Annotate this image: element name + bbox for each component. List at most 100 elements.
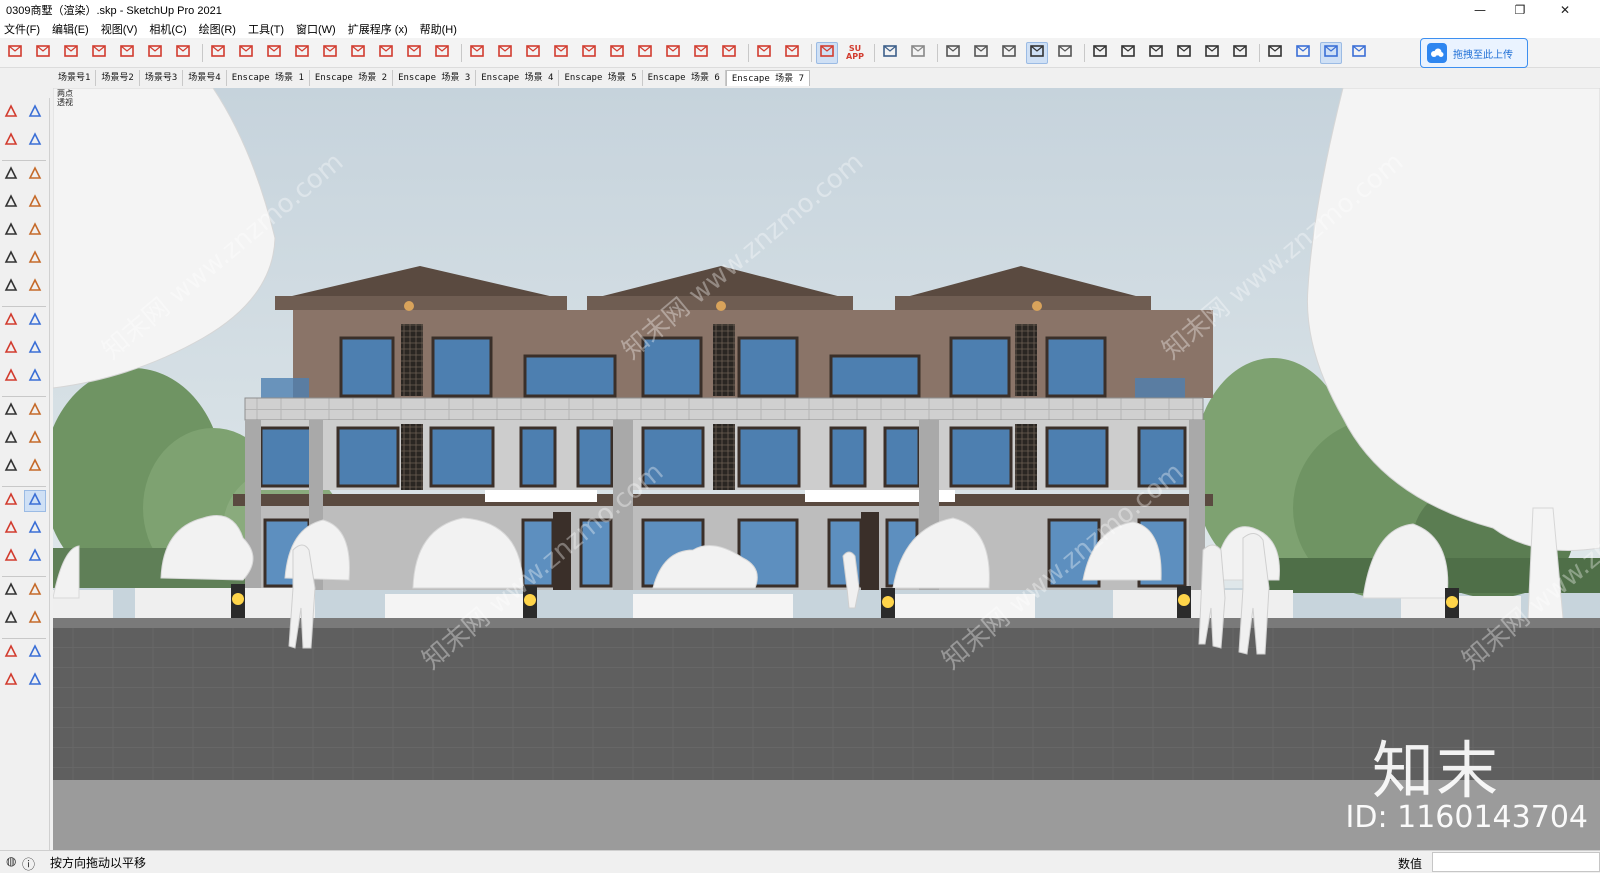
select-arrow-tool-button[interactable]: [0, 102, 22, 124]
geo-location-icon[interactable]: ◍: [6, 854, 16, 868]
3d-text-tool-button[interactable]: [24, 456, 46, 478]
close-button[interactable]: ✕: [1545, 0, 1585, 20]
circle-tool-button[interactable]: [0, 220, 22, 242]
arc-tool-button[interactable]: [403, 42, 425, 64]
rotate-tool-button[interactable]: [578, 42, 600, 64]
protractor-tool-button[interactable]: [0, 428, 22, 450]
su-app-tool-button[interactable]: SU APP: [844, 42, 866, 64]
home-tool-button[interactable]: [1145, 42, 1167, 64]
pie-tool-button[interactable]: [24, 248, 46, 270]
cube-red-tool-button[interactable]: [753, 42, 775, 64]
perspective-tool-button[interactable]: [1292, 42, 1314, 64]
contour-tool-button[interactable]: [24, 642, 46, 664]
scene-tab[interactable]: Enscape 场景 7: [725, 70, 810, 86]
copy-tool-button[interactable]: [319, 42, 341, 64]
textured-tool-button[interactable]: [1348, 42, 1370, 64]
arc-center-tool-button[interactable]: [24, 276, 46, 298]
house-outline-tool-button[interactable]: [1201, 42, 1223, 64]
sail-tool-button[interactable]: [494, 42, 516, 64]
scale-tool-tool-button[interactable]: [0, 366, 22, 388]
shaded-tool-button[interactable]: [1320, 42, 1342, 64]
ml-tool-button[interactable]: [662, 42, 684, 64]
top-view-tool-button[interactable]: [970, 42, 992, 64]
follow-me-tool-button[interactable]: [24, 338, 46, 360]
scene-tab[interactable]: 场景号3: [140, 70, 184, 86]
arc-2pt-tool-button[interactable]: [0, 248, 22, 270]
menu-view[interactable]: 视图(V): [97, 21, 146, 37]
menu-window[interactable]: 窗口(W): [292, 21, 344, 37]
previous-view-tool-button[interactable]: [24, 546, 46, 568]
columns-tool-button[interactable]: [116, 42, 138, 64]
scene-tab[interactable]: Enscape 场景 3: [393, 70, 477, 86]
upload-button[interactable]: 拖拽至此上传: [1420, 38, 1528, 68]
minimize-button[interactable]: —: [1460, 0, 1500, 20]
orbit-tool-tool-button[interactable]: [0, 490, 22, 512]
grid-tool-button[interactable]: [88, 42, 110, 64]
house-iso-tool-button[interactable]: [1089, 42, 1111, 64]
sandbox-tool-button[interactable]: [0, 642, 22, 664]
mirror-tool-button[interactable]: [347, 42, 369, 64]
measurement-input[interactable]: [1432, 852, 1600, 872]
section-tool-button[interactable]: [32, 42, 54, 64]
menu-file[interactable]: 文件(F): [0, 21, 48, 37]
frame-tool-button[interactable]: [60, 42, 82, 64]
dimension-tool-button[interactable]: [24, 400, 46, 422]
scene-tab[interactable]: Enscape 场景 1: [227, 70, 310, 86]
layers-tool-button[interactable]: [172, 42, 194, 64]
polygon-tool-button[interactable]: [24, 220, 46, 242]
check-tool-button[interactable]: [207, 42, 229, 64]
text-tool-button[interactable]: [24, 428, 46, 450]
check-pen-tool-button[interactable]: [263, 42, 285, 64]
garage-tool-button[interactable]: [1173, 42, 1195, 64]
arrow-box-tool-button[interactable]: [431, 42, 453, 64]
shelf-tool-button[interactable]: [1117, 42, 1139, 64]
axes-tool-button[interactable]: [0, 456, 22, 478]
house-add-tool-button[interactable]: [144, 42, 166, 64]
paint-bucket-tool-button[interactable]: [781, 42, 803, 64]
paint-tool-button[interactable]: [0, 130, 22, 152]
kg-tool-button[interactable]: [466, 42, 488, 64]
scene-tab[interactable]: Enscape 场景 6: [643, 70, 726, 86]
rotated-rect-tool-button[interactable]: [24, 192, 46, 214]
menu-camera[interactable]: 相机(C): [145, 21, 194, 37]
zoom-window-tool-button[interactable]: [24, 518, 46, 540]
look-around-tool-button[interactable]: [24, 580, 46, 602]
scale-tool-button[interactable]: [634, 42, 656, 64]
rotate-tool-tool-button[interactable]: [0, 338, 22, 360]
select-3d-tool-button[interactable]: [4, 42, 26, 64]
scene-tab[interactable]: Enscape 场景 4: [476, 70, 560, 86]
scene-tab[interactable]: Enscape 场景 5: [559, 70, 643, 86]
right-view-tool-button[interactable]: [1026, 42, 1048, 64]
position-camera-tool-button[interactable]: [0, 580, 22, 602]
drape-tool-button[interactable]: [0, 670, 22, 692]
menu-edit[interactable]: 编辑(E): [48, 21, 97, 37]
line-tool-button[interactable]: [0, 164, 22, 186]
store-tool-button[interactable]: [1229, 42, 1251, 64]
maximize-button[interactable]: ❐: [1500, 0, 1540, 20]
model-viewport[interactable]: 两点 透视 知末网 www.znzmo.com 知末网 www.znzmo.com…: [53, 88, 1600, 850]
menu-draw[interactable]: 绘图(R): [195, 21, 244, 37]
scene-tab[interactable]: Enscape 场景 2: [310, 70, 394, 86]
component-tool-button[interactable]: [24, 102, 46, 124]
menu-tools[interactable]: 工具(T): [244, 21, 292, 37]
zoom-extents-tool-button[interactable]: [0, 546, 22, 568]
magnet-tool-button[interactable]: [291, 42, 313, 64]
podium-tool-button[interactable]: [522, 42, 544, 64]
menu-help[interactable]: 帮助(H): [416, 21, 465, 37]
iso-tool-button[interactable]: [942, 42, 964, 64]
eraser-tool-button[interactable]: [24, 130, 46, 152]
tape-tool-button[interactable]: [0, 400, 22, 422]
box-tool-button[interactable]: [879, 42, 901, 64]
menu-extensions[interactable]: 扩展程序 (x): [344, 21, 416, 37]
grid4-tool-button[interactable]: [606, 42, 628, 64]
offset-tool-button[interactable]: [24, 366, 46, 388]
dome-tool-button[interactable]: [550, 42, 572, 64]
section-plane-tool-button[interactable]: [24, 608, 46, 630]
camera-tool-button[interactable]: [718, 42, 740, 64]
zoom-tool-button[interactable]: [0, 518, 22, 540]
scissors-tool-button[interactable]: [690, 42, 712, 64]
back-view-tool-button[interactable]: [1054, 42, 1076, 64]
chart-tool-button[interactable]: [375, 42, 397, 64]
scene-tab[interactable]: 场景号2: [96, 70, 140, 86]
move-tool-button[interactable]: [0, 310, 22, 332]
